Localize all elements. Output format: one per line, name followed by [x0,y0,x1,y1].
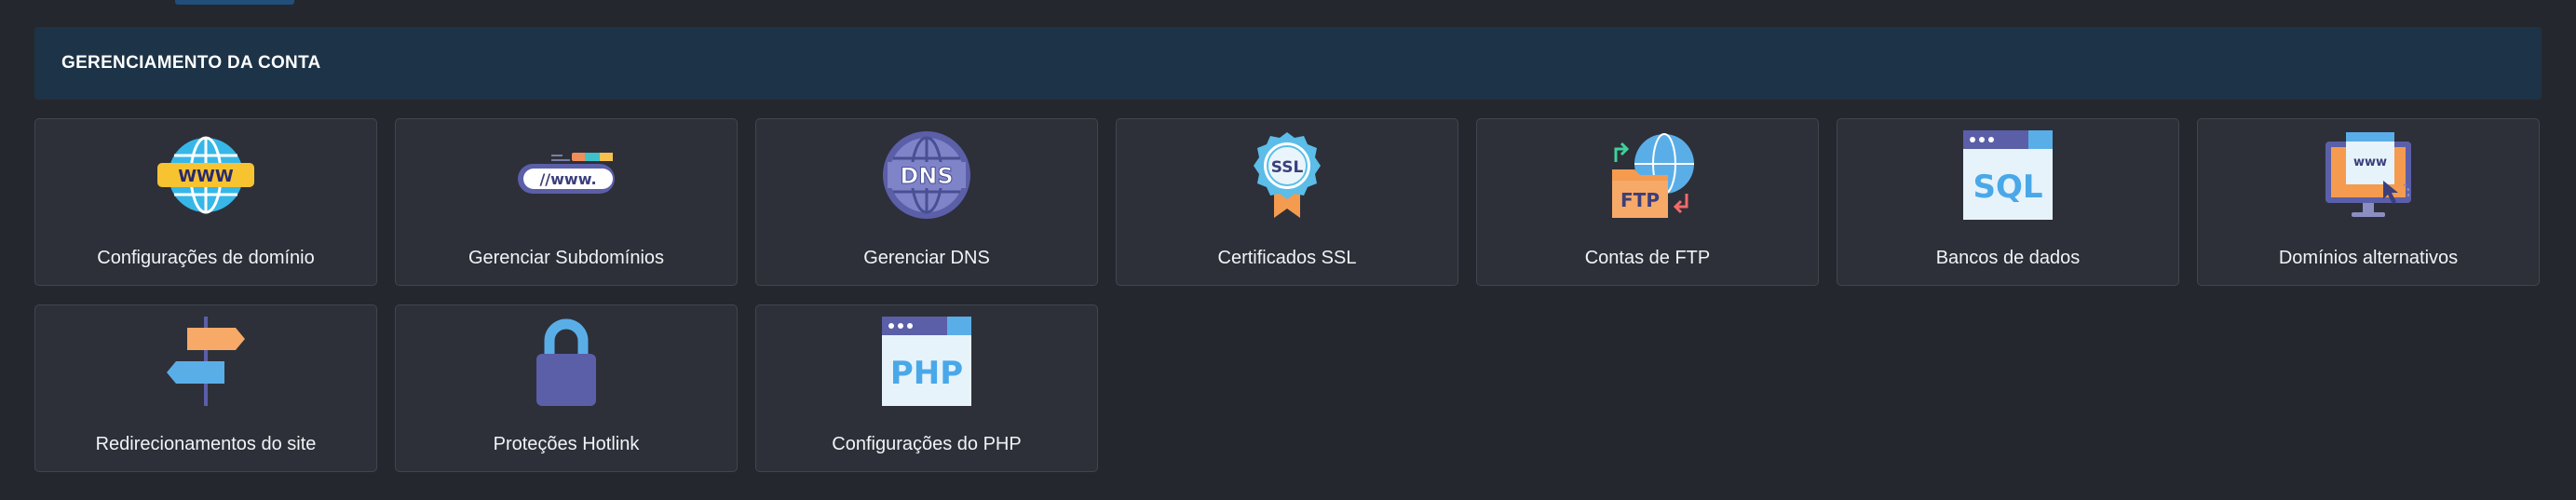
tile-domain-settings[interactable]: WWW Configurações de domínio [34,118,377,286]
tile-ftp-accounts[interactable]: FTP Contas de FTP [1476,118,1819,286]
tile-alias-domains[interactable]: www Domínios alternativos [2197,118,2540,286]
svg-text:PHP: PHP [890,355,963,392]
tile-label: Gerenciar DNS [863,248,990,268]
tile-hotlink-protection[interactable]: Proteções Hotlink [395,304,738,472]
tile-ssl-certificates[interactable]: SSL Certificados SSL [1116,118,1458,286]
tile-label: Domínios alternativos [2278,248,2459,268]
svg-text://www.: //www. [539,170,596,188]
account-management-grid: WWW Configurações de domínio //www. Gere… [34,118,2542,472]
svg-text:SQL: SQL [1973,169,2042,206]
dns-globe-icon: DNS [876,128,977,222]
tile-databases[interactable]: SQL Bancos de dados [1837,118,2179,286]
signpost-icon [156,315,256,408]
tile-label: Redirecionamentos do site [95,434,317,454]
tile-manage-subdomains[interactable]: //www. Gerenciar Subdomínios [395,118,738,286]
svg-text:WWW: WWW [178,167,234,186]
php-window-icon: PHP [876,315,977,408]
svg-text:DNS: DNS [900,163,953,189]
tile-manage-dns[interactable]: DNS Gerenciar DNS [755,118,1098,286]
ssl-badge-icon: SSL [1237,128,1337,222]
tile-label: Proteções Hotlink [493,434,640,454]
tile-label: Contas de FTP [1584,248,1711,268]
active-tab-indicator [175,0,294,5]
svg-text:www: www [2353,155,2387,169]
tile-label: Configurações de domínio [97,248,315,268]
tile-label: Gerenciar Subdomínios [468,248,665,268]
svg-text:SSL: SSL [1271,158,1304,177]
globe-www-icon: WWW [156,128,256,222]
tile-label: Certificados SSL [1217,248,1357,268]
section-header: GERENCIAMENTO DA CONTA [34,27,2542,100]
tile-site-redirects[interactable]: Redirecionamentos do site [34,304,377,472]
tile-label: Bancos de dados [1935,248,2081,268]
monitor-www-icon: www [2318,128,2419,222]
sql-window-icon: SQL [1958,128,2058,222]
tile-php-settings[interactable]: PHP Configurações do PHP [755,304,1098,472]
ftp-folder-icon: FTP [1597,128,1698,222]
tile-label: Configurações do PHP [832,434,1022,454]
padlock-icon [516,315,617,408]
svg-text:FTP: FTP [1620,189,1660,211]
section-title: GERENCIAMENTO DA CONTA [61,53,321,73]
url-bar-icon: //www. [516,128,617,222]
